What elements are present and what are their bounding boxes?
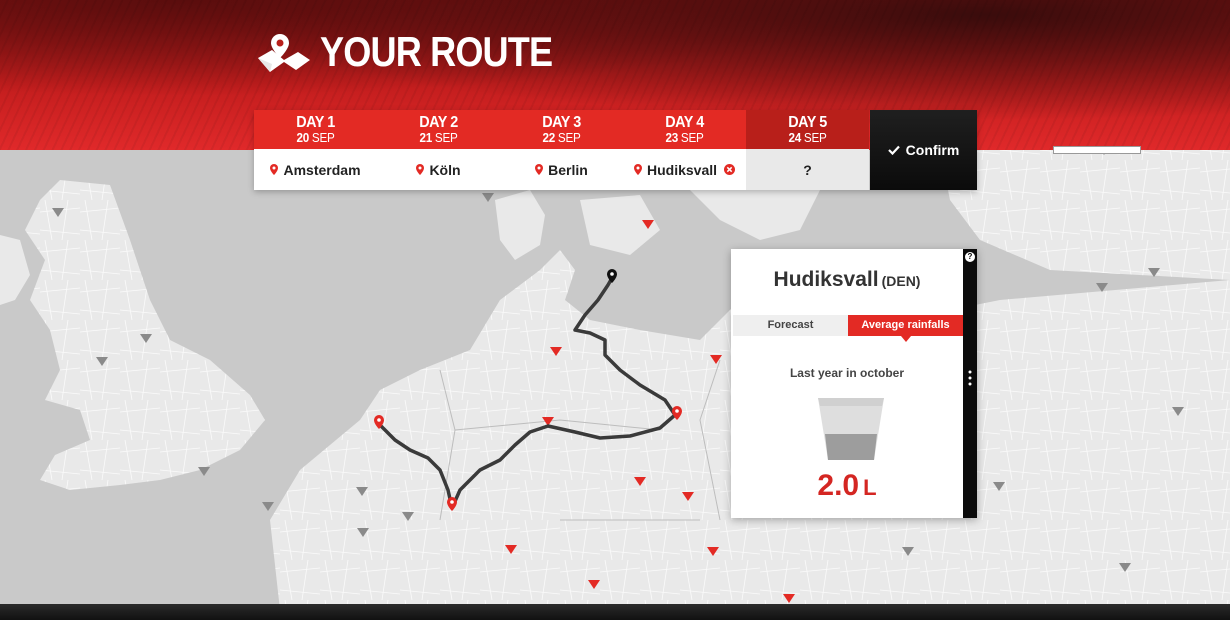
day-header: DAY 5 24 SEP [746,110,869,149]
day-label: DAY 2 [419,114,458,131]
day-date: 24 SEP [752,131,863,145]
day-slot-3[interactable]: DAY 3 22 SEP Berlin [500,110,623,190]
location-pin-icon [416,164,425,175]
confirm-button[interactable]: Confirm [870,110,977,190]
rain-gauge-cup-icon [818,398,884,460]
day-city-name: Köln [429,161,461,178]
day-picker: DAY 1 20 SEP Amsterdam DAY 2 21 SEP Köln… [254,110,977,190]
day-label: DAY 1 [296,114,335,131]
day-date-month: SEP [311,130,335,145]
day-date-num: 24 [788,130,801,145]
day-header: DAY 2 21 SEP [377,110,500,149]
day-date: 20 SEP [260,131,371,145]
day-city-name: ? [803,161,812,178]
card-tabs: Forecast Average rainfalls [733,315,963,342]
day-slot-4[interactable]: DAY 4 23 SEP Hudiksvall [623,110,746,190]
day-slot-2[interactable]: DAY 2 21 SEP Köln [377,110,500,190]
rainfall-number: 2.0 [817,469,860,502]
rainfall-value: 2.0 L [731,469,963,503]
day-date-month: SEP [434,130,458,145]
bottom-bar [0,604,1230,620]
day-date: 23 SEP [629,131,740,145]
day-date-month: SEP [803,130,827,145]
confirm-label: Confirm [905,142,960,158]
day-city-name: Amsterdam [283,161,361,178]
page-title: YOUR ROUTE [320,28,553,75]
day-city[interactable]: Hudiksvall [623,149,746,190]
day-city-name: Berlin [548,161,588,178]
day-date-num: 22 [542,130,555,145]
day-header: DAY 4 23 SEP [623,110,746,149]
day-header: DAY 1 20 SEP [254,110,377,149]
brand: YOUR ROUTE [256,28,590,76]
weather-card: Hudiksvall (DEN) Forecast Average rainfal… [731,249,977,518]
day-label: DAY 5 [788,114,827,131]
remove-city-icon[interactable] [724,164,736,175]
day-header: DAY 3 22 SEP [500,110,623,149]
day-date-num: 20 [296,130,309,145]
folded-map-pin-icon [258,34,310,72]
location-pin-icon [270,164,279,175]
card-title: Hudiksvall (DEN) [731,268,963,292]
rainfall-unit: L [863,475,877,500]
map-scale [1053,146,1141,154]
day-slot-5[interactable]: DAY 5 24 SEP ? [746,110,869,190]
day-date-num: 21 [419,130,432,145]
day-city[interactable]: Berlin [500,149,623,190]
day-date-num: 23 [665,130,678,145]
day-city[interactable]: Köln [377,149,500,190]
day-label: DAY 4 [665,114,704,131]
map-canvas[interactable] [0,150,1230,605]
day-date-month: SEP [680,130,704,145]
checkmark-icon [887,145,900,155]
day-city[interactable]: ? [746,149,869,190]
route-map[interactable] [0,150,1230,605]
day-date: 21 SEP [383,131,494,145]
card-city-name: Hudiksvall [773,268,879,291]
tab-average-rainfalls[interactable]: Average rainfalls [848,315,963,342]
location-pin-icon [633,164,642,175]
day-city-name: Hudiksvall [646,161,718,178]
day-city[interactable]: Amsterdam [254,149,377,190]
location-pin-icon [535,164,544,175]
card-country: (DEN) [881,273,921,289]
day-label: DAY 3 [542,114,581,131]
card-subtitle: Last year in october [789,366,905,380]
help-icon[interactable]: ? [965,252,975,262]
day-date: 22 SEP [506,131,617,145]
day-slot-1[interactable]: DAY 1 20 SEP Amsterdam [254,110,377,190]
tab-forecast[interactable]: Forecast [733,315,848,336]
day-date-month: SEP [557,130,581,145]
more-options-icon[interactable] [968,370,972,386]
